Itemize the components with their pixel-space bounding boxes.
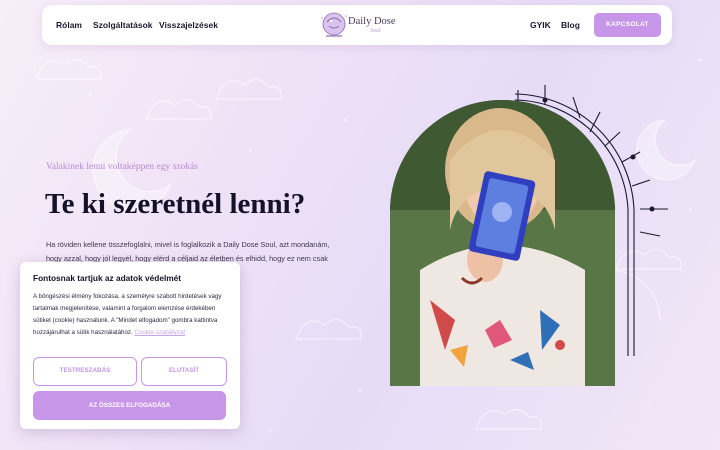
customize-button[interactable]: TESTRESZABÁS (33, 357, 137, 386)
nav-link-rolam[interactable]: Rólam (56, 5, 82, 45)
nav-link-blog[interactable]: Blog (561, 5, 580, 45)
top-navigation: Rólam Szolgáltatások Visszajelzések Dail… (42, 5, 672, 45)
site-logo[interactable]: Daily Dose Soul (318, 8, 408, 42)
logo-title: Daily Dose (348, 16, 396, 27)
cookie-text: A böngészési élmény fokozása, a személyr… (33, 293, 222, 336)
reject-button[interactable]: ELUTASÍT (141, 357, 227, 386)
hero-eyebrow: Valakinek lenni voltaképpen egy szokás (46, 162, 198, 172)
contact-button[interactable]: KAPCSOLAT (594, 13, 661, 37)
crystal-ball-logo-icon (321, 12, 347, 37)
logo-subtitle: Soul (370, 28, 381, 34)
nav-link-visszajelzesek[interactable]: Visszajelzések (159, 5, 218, 45)
hero-headline: Te ki szeretnél lenni? (45, 188, 306, 220)
cookie-policy-link[interactable]: Cookie-szabályzat (134, 329, 185, 336)
cookie-title: Fontosnak tartjuk az adatok védelmét (33, 273, 181, 283)
hero-photo (390, 100, 615, 386)
cookie-consent-dialog: Fontosnak tartjuk az adatok védelmét A b… (20, 262, 240, 429)
woman-holding-tarot-card-image (390, 100, 615, 386)
cookie-description: A böngészési élmény fokozása, a személyr… (33, 291, 229, 339)
nav-link-szolgaltatasok[interactable]: Szolgáltatások (93, 5, 153, 45)
nav-link-gyik[interactable]: GYIK (530, 5, 551, 45)
accept-all-button[interactable]: AZ ÖSSZES ELFOGADÁSA (33, 391, 226, 420)
